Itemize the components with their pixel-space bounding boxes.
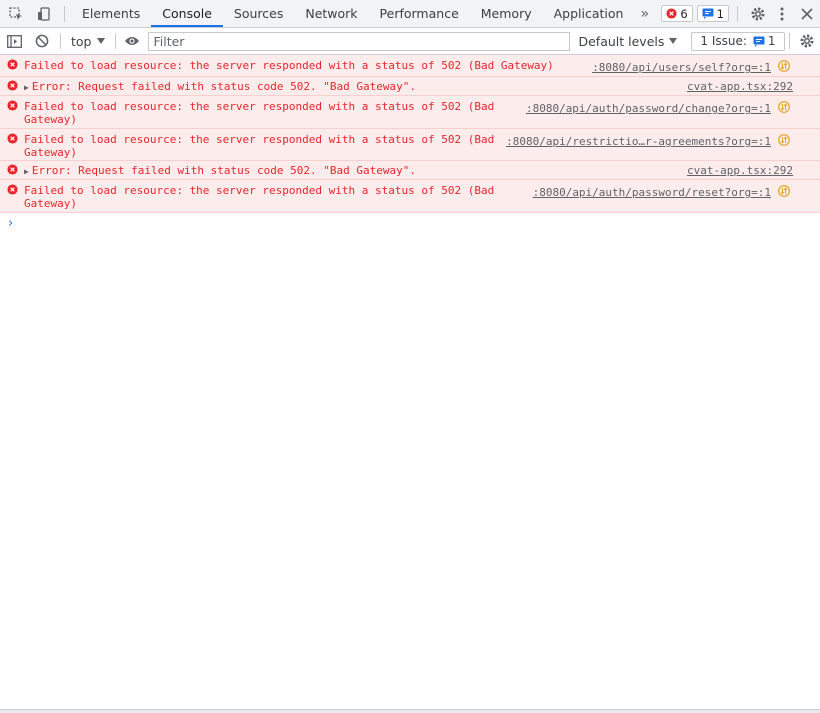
console-settings-gear-icon[interactable] <box>794 27 820 55</box>
issues-count: 1 <box>767 34 776 48</box>
error-message-text: Error: Request failed with status code 5… <box>31 80 416 93</box>
expand-triangle-icon[interactable]: ▶ <box>24 167 29 176</box>
tab-sources[interactable]: Sources <box>223 0 294 27</box>
error-message-expandable[interactable]: ▶ Error: Request failed with status code … <box>24 80 416 94</box>
error-icon <box>7 184 18 195</box>
network-request-icon[interactable] <box>778 101 790 113</box>
console-error-entry[interactable]: Failed to load resource: the server resp… <box>0 180 820 213</box>
clear-console-icon[interactable] <box>28 27 56 55</box>
console-error-entry[interactable]: ▶ Error: Request failed with status code … <box>0 77 820 96</box>
console-prompt[interactable]: › <box>8 216 13 231</box>
error-message[interactable]: Failed to load resource: the server resp… <box>24 133 494 146</box>
error-icon <box>7 164 18 175</box>
tab-memory[interactable]: Memory <box>470 0 543 27</box>
console-error-entry[interactable]: Failed to load resource: the server resp… <box>0 55 820 77</box>
source-link[interactable]: :8080/api/auth/password/change?org=:1 <box>526 102 771 115</box>
issues-label: 1 Issue: <box>700 34 747 48</box>
source-link[interactable]: cvat-app.tsx:292 <box>687 164 793 177</box>
error-icon <box>7 100 18 111</box>
devtools-tabbar: Elements Console Sources Network Perform… <box>0 0 820 28</box>
message-icon <box>702 8 714 19</box>
messages-count: 1 <box>716 6 724 21</box>
source-link[interactable]: :8080/api/users/self?org=:1 <box>592 61 771 74</box>
context-selector[interactable]: top <box>65 34 111 49</box>
log-levels-label: Default levels <box>578 33 665 49</box>
tab-performance[interactable]: Performance <box>369 0 470 27</box>
inspect-element-icon[interactable] <box>2 0 30 28</box>
close-icon[interactable] <box>794 0 820 28</box>
context-label: top <box>71 33 92 49</box>
log-levels-dropdown[interactable]: Default levels <box>578 33 678 49</box>
source-link[interactable]: cvat-app.tsx:292 <box>687 80 793 93</box>
error-message[interactable]: Failed to load resource: the server resp… <box>24 184 494 197</box>
tab-application[interactable]: Application <box>543 0 635 27</box>
tabbar-separator <box>64 5 65 22</box>
console-messages: Failed to load resource: the server resp… <box>0 55 820 213</box>
console-error-entry[interactable]: Failed to load resource: the server resp… <box>0 129 820 161</box>
error-message-text: Error: Request failed with status code 5… <box>31 164 416 177</box>
error-icon <box>7 80 18 91</box>
tab-network[interactable]: Network <box>294 0 368 27</box>
tab-elements[interactable]: Elements <box>71 0 151 27</box>
show-sidebar-icon[interactable] <box>0 27 28 55</box>
error-message-continued: Gateway) <box>24 113 77 126</box>
toolbar-separator <box>115 33 117 49</box>
console-toolbar: top Default levels 1 Issue: 1 <box>0 28 820 55</box>
more-tabs-button[interactable]: » <box>634 6 655 22</box>
messages-badge[interactable]: 1 <box>696 5 729 22</box>
toolbar-separator <box>789 33 790 49</box>
error-icon <box>7 59 18 70</box>
settings-gear-icon[interactable] <box>746 0 770 28</box>
dropdown-arrow-icon <box>669 38 678 44</box>
errors-badge[interactable]: 6 <box>661 5 693 22</box>
error-icon <box>7 133 18 144</box>
filter-input[interactable] <box>148 31 571 51</box>
error-message-expandable[interactable]: ▶ Error: Request failed with status code … <box>24 164 416 178</box>
toolbar-separator <box>60 33 61 49</box>
network-request-icon[interactable] <box>778 134 790 146</box>
errors-count: 6 <box>680 6 688 21</box>
console-error-entry[interactable]: Failed to load resource: the server resp… <box>0 96 820 129</box>
drawer-edge <box>0 709 820 713</box>
tab-console[interactable]: Console <box>151 0 223 27</box>
error-message[interactable]: Failed to load resource: the server resp… <box>24 59 554 72</box>
live-expression-eye-icon[interactable] <box>120 27 144 55</box>
tabbar-separator <box>737 5 738 22</box>
error-message-continued: Gateway) <box>24 146 77 159</box>
error-message[interactable]: Failed to load resource: the server resp… <box>24 100 494 113</box>
message-icon <box>753 36 765 47</box>
error-message-continued: Gateway) <box>24 197 77 210</box>
source-link[interactable]: :8080/api/restrictio…r-agreements?org=:1 <box>506 135 771 148</box>
source-link[interactable]: :8080/api/auth/password/reset?org=:1 <box>533 186 771 199</box>
network-request-icon[interactable] <box>778 60 790 72</box>
issues-count-group: 1 <box>753 34 776 48</box>
expand-triangle-icon[interactable]: ▶ <box>24 83 29 92</box>
kebab-menu-icon[interactable] <box>770 0 794 28</box>
error-icon <box>666 8 677 19</box>
issues-button[interactable]: 1 Issue: 1 <box>691 31 785 51</box>
network-request-icon[interactable] <box>778 185 790 197</box>
console-error-entry[interactable]: ▶ Error: Request failed with status code … <box>0 161 820 180</box>
device-toolbar-icon[interactable] <box>30 0 58 28</box>
dropdown-arrow-icon <box>97 38 106 44</box>
